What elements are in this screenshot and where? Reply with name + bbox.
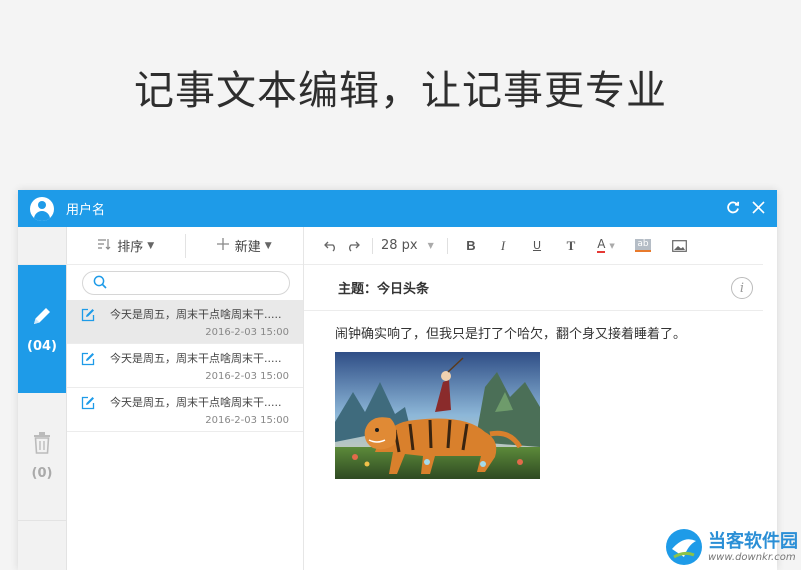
plus-icon xyxy=(216,237,229,254)
subject-row: 主题：今日头条 i xyxy=(304,265,763,311)
insert-image-icon[interactable] xyxy=(662,234,696,258)
font-color-label: A xyxy=(597,237,606,253)
watermark-logo-icon xyxy=(666,529,702,565)
avatar[interactable] xyxy=(30,196,54,221)
notes-app-window: 用户名 (04) (0) 排序 ▼ 新建 ▼ 今天是周五，周末干点啥周末干...… xyxy=(18,190,777,570)
sidebar-tab-notes[interactable]: (04) xyxy=(18,265,66,393)
info-icon[interactable]: i xyxy=(731,277,753,299)
refresh-icon[interactable] xyxy=(726,199,740,218)
note-list-panel: 排序 ▼ 新建 ▼ 今天是周五，周末干点啥周末干..... 2016-2-03 … xyxy=(18,227,304,570)
highlight-button[interactable]: ab xyxy=(624,234,662,258)
new-label: 新建 xyxy=(234,240,261,255)
search-box xyxy=(82,271,290,295)
trash-count: (0) xyxy=(31,466,53,481)
editor-panel: 28 px ▼ B I U T A ▼ ab 主题：今日头条 i 闹钟确实响了，… xyxy=(304,227,777,570)
username[interactable]: 用户名 xyxy=(66,199,105,218)
search-icon xyxy=(93,274,107,293)
hero-title: 记事文本编辑，让记事更专业 xyxy=(134,68,667,114)
sidebar-tab-trash[interactable]: (0) xyxy=(18,393,66,521)
note-date: 2016-2-03 15:00 xyxy=(205,327,289,338)
close-icon[interactable] xyxy=(752,199,765,218)
title-bar: 用户名 xyxy=(18,190,777,227)
note-body-text[interactable]: 闹钟确实响了，但我只是打了个哈欠，翻个身又接着睡着了。 xyxy=(335,323,777,342)
toolbar-divider xyxy=(372,237,373,254)
search-input[interactable] xyxy=(113,273,289,293)
redo-icon[interactable] xyxy=(342,234,364,258)
list-item[interactable]: 今天是周五，周末干点啥周末干..... 2016-2-03 15:00 xyxy=(67,388,303,432)
pencil-icon xyxy=(31,305,53,331)
watermark-url: www.downkr.com xyxy=(708,551,796,563)
chevron-down-icon: ▼ xyxy=(609,241,615,250)
notes-count: (04) xyxy=(27,338,57,354)
list-item[interactable]: 今天是周五，周末干点啥周末干..... 2016-2-03 15:00 xyxy=(67,344,303,388)
sort-icon xyxy=(97,238,111,254)
font-size-value: 28 px xyxy=(381,238,418,253)
note-image xyxy=(335,352,540,479)
italic-button[interactable]: I xyxy=(486,234,520,258)
watermark: 当客软件园 www.downkr.com xyxy=(664,524,801,570)
underline-button[interactable]: U xyxy=(520,234,554,258)
note-date: 2016-2-03 15:00 xyxy=(205,371,289,382)
highlight-label: ab xyxy=(635,239,651,252)
note-snippet: 今天是周五，周末干点啥周末干..... xyxy=(110,352,282,365)
note-snippet: 今天是周五，周末干点啥周末干..... xyxy=(110,308,282,321)
trash-icon xyxy=(32,432,52,458)
edit-note-icon xyxy=(81,351,95,370)
note-snippet: 今天是周五，周末干点啥周末干..... xyxy=(110,396,282,409)
edit-note-icon xyxy=(81,395,95,414)
chevron-down-icon: ▼ xyxy=(427,241,434,250)
bold-button[interactable]: B xyxy=(456,234,486,258)
sort-button[interactable]: 排序 ▼ xyxy=(67,233,186,258)
note-date: 2016-2-03 15:00 xyxy=(205,415,289,426)
font-size-select[interactable]: 28 px ▼ xyxy=(381,234,439,258)
list-item[interactable]: 今天是周五，周末干点啥周末干..... 2016-2-03 15:00 xyxy=(67,300,303,344)
note-content[interactable]: 闹钟确实响了，但我只是打了个哈欠，翻个身又接着睡着了。 xyxy=(304,311,777,479)
watermark-name: 当客软件园 xyxy=(708,530,798,552)
sort-label: 排序 xyxy=(117,240,144,255)
toolbar-divider xyxy=(447,237,448,254)
chevron-down-icon: ▼ xyxy=(264,240,272,251)
font-color-button[interactable]: A ▼ xyxy=(588,234,624,258)
note-subject[interactable]: 主题：今日头条 xyxy=(338,278,429,297)
edit-note-icon xyxy=(81,307,95,326)
list-toolbar: 排序 ▼ 新建 ▼ xyxy=(18,227,303,265)
sidebar: (04) (0) xyxy=(18,227,67,570)
chevron-down-icon: ▼ xyxy=(147,240,155,251)
undo-icon[interactable] xyxy=(320,234,342,258)
editor-toolbar: 28 px ▼ B I U T A ▼ ab xyxy=(304,227,763,265)
text-style-button[interactable]: T xyxy=(554,234,588,258)
new-note-button[interactable]: 新建 ▼ xyxy=(186,234,304,258)
